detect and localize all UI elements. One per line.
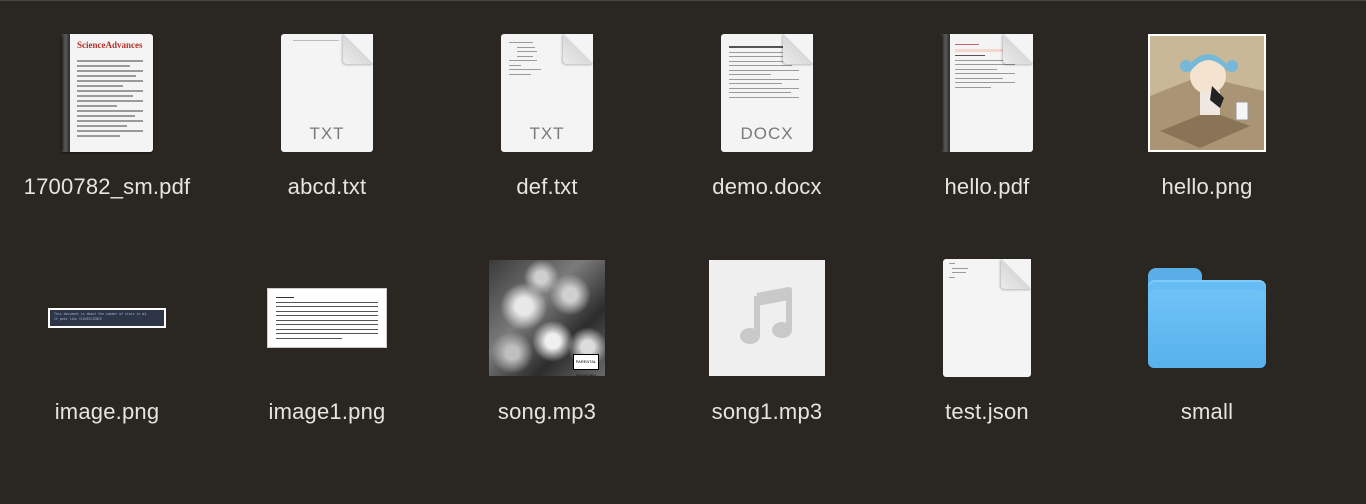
- image-preview-text: This document is about the number of sta…: [50, 310, 164, 326]
- file-name[interactable]: hello.pdf: [887, 174, 1087, 200]
- file-name[interactable]: small: [1107, 399, 1307, 425]
- json-document-icon: [943, 259, 1031, 377]
- file-item[interactable]: hello.pdf: [887, 34, 1087, 244]
- pdf-header-text: ScienceAdvances: [77, 40, 143, 50]
- pdf-document-icon: ScienceAdvances: [61, 34, 153, 152]
- file-item[interactable]: song1.mp3: [667, 259, 867, 469]
- file-item[interactable]: hello.png: [1107, 34, 1307, 244]
- parental-advisory-badge: PARENTAL ADVISORY: [573, 354, 599, 376]
- file-icon-grid: ScienceAdvances 1700782_sm.pdf TXT abcd.…: [0, 0, 1366, 504]
- file-name[interactable]: 1700782_sm.pdf: [7, 174, 207, 200]
- file-name[interactable]: song.mp3: [447, 399, 647, 425]
- file-item[interactable]: DOCX demo.docx: [667, 34, 867, 244]
- file-extension: DOCX: [740, 124, 794, 143]
- file-extension: TXT: [309, 124, 345, 143]
- file-item[interactable]: small: [1107, 259, 1307, 469]
- file-name[interactable]: demo.docx: [667, 174, 867, 200]
- file-item[interactable]: TXT def.txt: [447, 34, 647, 244]
- music-note-icon: [709, 260, 825, 376]
- file-item[interactable]: image1.png: [227, 259, 427, 469]
- folder-icon: [1148, 268, 1266, 368]
- pdf-document-icon: [941, 34, 1033, 152]
- file-item[interactable]: This document is about the number of sta…: [7, 259, 207, 469]
- file-name[interactable]: song1.mp3: [667, 399, 867, 425]
- file-name[interactable]: image1.png: [227, 399, 427, 425]
- file-item[interactable]: test.json: [887, 259, 1087, 469]
- file-item[interactable]: TXT abcd.txt: [227, 34, 427, 244]
- file-extension: TXT: [529, 124, 565, 143]
- image-thumbnail-icon: [1148, 34, 1266, 152]
- file-name[interactable]: abcd.txt: [227, 174, 427, 200]
- file-item[interactable]: ScienceAdvances 1700782_sm.pdf: [7, 34, 207, 244]
- file-name[interactable]: image.png: [7, 399, 207, 425]
- text-document-icon: TXT: [281, 34, 373, 152]
- file-name[interactable]: test.json: [887, 399, 1087, 425]
- album-art-icon: PARENTAL ADVISORY: [489, 260, 605, 376]
- file-item[interactable]: PARENTAL ADVISORY song.mp3: [447, 259, 647, 469]
- file-name[interactable]: def.txt: [447, 174, 647, 200]
- image-thumbnail-icon: This document is about the number of sta…: [48, 308, 166, 328]
- text-document-icon: TXT: [501, 34, 593, 152]
- word-document-icon: DOCX: [721, 34, 813, 152]
- image-thumbnail-icon: [268, 289, 386, 347]
- file-name[interactable]: hello.png: [1107, 174, 1307, 200]
